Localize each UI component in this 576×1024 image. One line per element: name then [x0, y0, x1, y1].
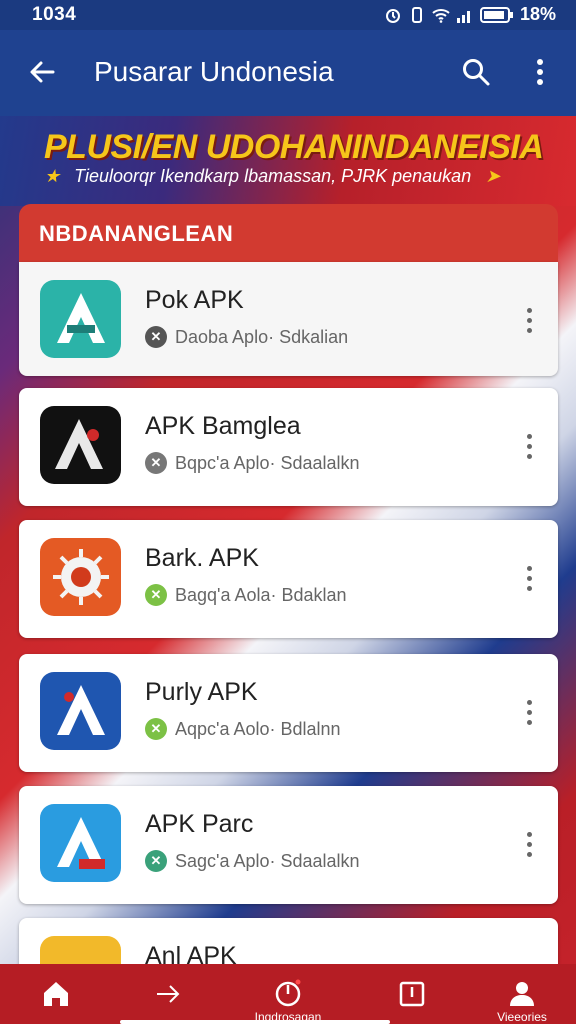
app-card[interactable]: Pok APK ✕ Daoba Aplo· Sdkalian	[19, 262, 558, 376]
purly-apk-app-icon	[40, 672, 121, 750]
square-icon	[399, 981, 425, 1007]
signal-icon	[456, 10, 470, 23]
status-icons: 18%	[384, 4, 556, 25]
apk-parc-app-icon	[40, 804, 121, 882]
app-card[interactable]: APK Parc ✕ Sagc'a Aplo· Sdaalalkn	[19, 786, 558, 904]
section-header: NBDANANGLEAN	[19, 204, 558, 262]
back-button[interactable]	[22, 52, 62, 92]
app-name: Purly APK	[145, 678, 258, 706]
badge-icon: ✕	[145, 850, 167, 872]
gesture-indicator	[120, 1020, 390, 1024]
app-card[interactable]: Bark. APK ✕ Bagq'a Aola· Bdaklan	[19, 520, 558, 638]
app-meta-text: Sagc'a Aplo· Sdaalalkn	[175, 850, 360, 871]
app-meta: ✕ Bqpc'a Aplo· Sdaalalkn	[145, 452, 360, 474]
app-meta: ✕ Sagc'a Aplo· Sdaalalkn	[145, 850, 360, 872]
alarm-icon	[385, 8, 400, 23]
more-options-button[interactable]	[520, 52, 560, 92]
more-vert-icon	[537, 59, 543, 85]
app-meta: ✕ Daoba Aplo· Sdkalian	[145, 326, 348, 348]
app-name: Pok APK	[145, 286, 244, 314]
app-name: Bark. APK	[145, 544, 259, 572]
badge-icon: ✕	[145, 718, 167, 740]
app-bar: Pusarar Undonesia	[0, 30, 576, 116]
app-name: APK Parc	[145, 810, 254, 838]
battery-icon	[479, 6, 513, 23]
arrow-right-icon	[157, 985, 180, 1003]
bottom-nav: Inqdrosagan Vieeories	[0, 964, 576, 1024]
banner-subtitle-row: ★ Tieuloorqr Ikendkarp lbamassan, PJRK pe…	[44, 166, 500, 187]
profile-icon	[510, 982, 534, 1006]
star-icon: ★	[44, 166, 61, 186]
badge-icon: ✕	[145, 452, 167, 474]
nav-square[interactable]	[362, 964, 462, 1024]
badge-icon: ✕	[145, 326, 167, 348]
nav-label: Vieeories	[497, 1010, 547, 1024]
app-meta: ✕ Bagq'a Aola· Bdaklan	[145, 584, 347, 606]
battery-level: 18%	[519, 4, 556, 24]
bark-apk-app-icon	[40, 538, 121, 616]
status-time: 1034	[32, 4, 77, 25]
app-card[interactable]: APK Bamglea ✕ Bqpc'a Aplo· Sdaalalkn	[19, 388, 558, 506]
app-meta-text: Bagq'a Aola· Bdaklan	[175, 584, 347, 605]
app-card[interactable]: Purly APK ✕ Aqpc'a Aolo· Bdlalnn	[19, 654, 558, 772]
section-title: NBDANANGLEAN	[39, 221, 234, 246]
home-icon	[44, 982, 68, 1006]
wifi-icon	[432, 8, 450, 23]
app-name: APK Bamglea	[145, 412, 301, 440]
card-menu-button[interactable]	[517, 426, 541, 466]
banner-title: PLUSI/EN UDOHANINDANEISIA	[44, 128, 544, 166]
page-title: Pusarar Undonesia	[94, 56, 334, 87]
nav-home[interactable]	[6, 964, 106, 1024]
nav-forward[interactable]	[118, 964, 218, 1024]
arrow-icon: ➤	[485, 166, 501, 186]
vibrate-icon	[411, 6, 422, 23]
card-menu-button[interactable]	[517, 692, 541, 732]
app-meta-text: Aqpc'a Aolo· Bdlalnn	[175, 718, 341, 739]
nav-inqdrosagan[interactable]: Inqdrosagan	[238, 964, 338, 1024]
search-icon	[463, 59, 490, 86]
apk-bamglea-app-icon	[40, 406, 121, 484]
card-menu-button[interactable]	[517, 300, 541, 340]
back-arrow-icon	[30, 61, 55, 83]
banner-subtitle: Tieuloorqr Ikendkarp lbamassan, PJRK pen…	[74, 166, 472, 186]
nav-vieeories[interactable]: Vieeories	[472, 964, 572, 1024]
search-button[interactable]	[456, 52, 496, 92]
card-menu-button[interactable]	[517, 824, 541, 864]
badge-icon: ✕	[145, 584, 167, 606]
pok-apk-app-icon	[40, 280, 121, 358]
status-bar: 1034 18%	[0, 0, 576, 30]
card-menu-button[interactable]	[517, 558, 541, 598]
app-meta-text: Bqpc'a Aplo· Sdaalalkn	[175, 452, 360, 473]
app-meta: ✕ Aqpc'a Aolo· Bdlalnn	[145, 718, 341, 740]
power-icon	[275, 979, 301, 1007]
app-meta-text: Daoba Aplo· Sdkalian	[175, 326, 349, 347]
